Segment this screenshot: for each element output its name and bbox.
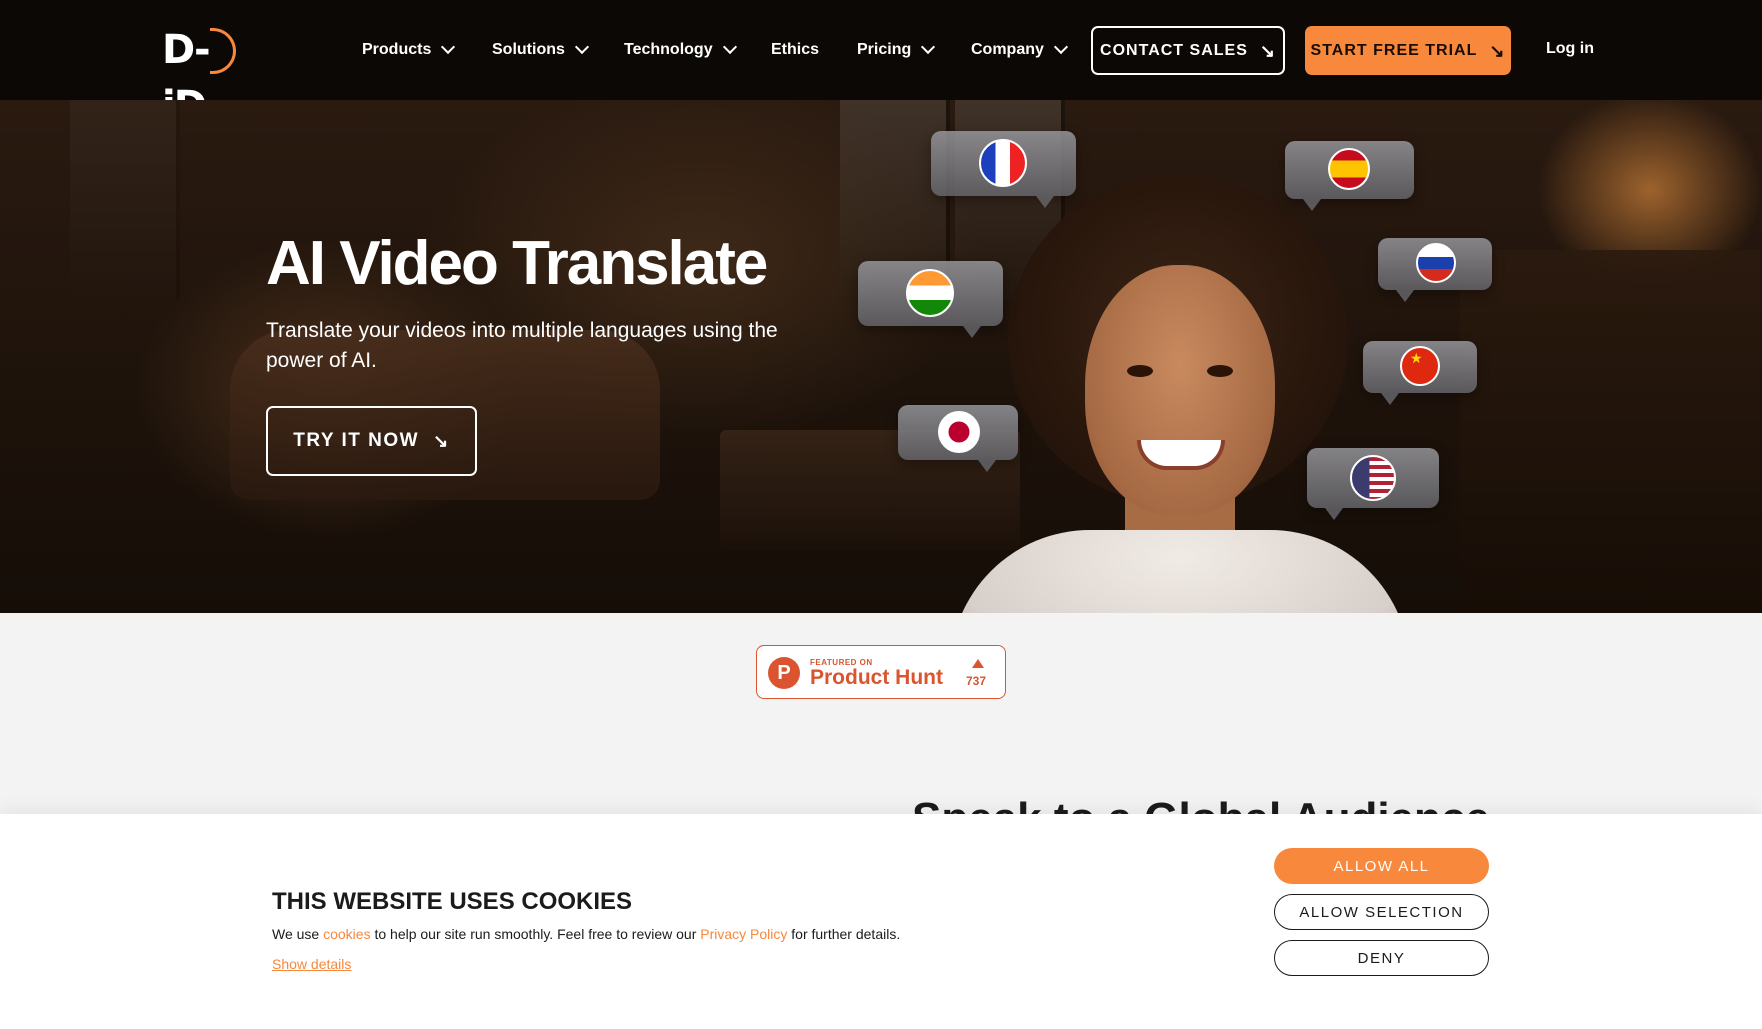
- chevron-down-icon: [722, 39, 737, 55]
- cookie-title: THIS WEBSITE USES COOKIES: [272, 888, 633, 915]
- presenter-eye: [1207, 365, 1233, 377]
- logo-arc-icon: [210, 28, 236, 74]
- chevron-down-icon: [441, 39, 456, 55]
- upvote-triangle-icon: [972, 659, 984, 668]
- nav-solutions[interactable]: Solutions: [492, 38, 589, 62]
- chevron-down-icon: [1053, 39, 1068, 55]
- cookie-text-2: to help our site run smoothly. Feel free…: [370, 926, 701, 942]
- india-flag-icon: [906, 269, 954, 317]
- contact-sales-label: CONTACT SALES: [1100, 41, 1248, 59]
- nav-ethics-label: Ethics: [771, 41, 820, 58]
- nav-pricing-label: Pricing: [857, 41, 912, 58]
- product-hunt-badge[interactable]: P FEATURED ON Product Hunt 737: [756, 645, 1006, 699]
- background-shelf: [1460, 250, 1760, 613]
- start-free-trial-label: START FREE TRIAL: [1310, 41, 1478, 59]
- did-logo[interactable]: D-iD: [162, 22, 236, 129]
- nav-company-label: Company: [971, 41, 1044, 58]
- presenter-smile: [1137, 440, 1225, 470]
- hero-title: AI Video Translate: [266, 229, 768, 298]
- nav-technology[interactable]: Technology: [624, 38, 737, 62]
- product-hunt-count: 737: [966, 674, 987, 688]
- france-flag-icon: [979, 139, 1027, 187]
- cookie-banner: THIS WEBSITE USES COOKIES We use cookies…: [0, 814, 1762, 1029]
- try-it-now-button[interactable]: TRY IT NOW ↘: [266, 406, 477, 476]
- allow-all-button[interactable]: ALLOW ALL: [1274, 848, 1489, 884]
- hero-section: ★ AI Video Translate Translate your vide…: [0, 100, 1762, 613]
- nav-company[interactable]: Company: [971, 38, 1068, 62]
- usa-flag-icon: [1350, 455, 1396, 501]
- cookie-text-1: We use: [272, 926, 324, 942]
- speech-bubble-chinese: ★: [1363, 341, 1477, 405]
- nav-products[interactable]: Products: [362, 38, 456, 62]
- speech-bubble-russian: [1378, 238, 1492, 302]
- try-it-now-label: TRY IT NOW: [293, 430, 420, 451]
- arrow-down-right-icon: ↘: [1489, 40, 1506, 61]
- product-hunt-icon: P: [768, 657, 800, 689]
- speech-bubble-spanish: [1285, 141, 1414, 211]
- show-details-link[interactable]: Show details: [272, 956, 351, 972]
- nav-technology-label: Technology: [624, 41, 713, 58]
- cookies-link[interactable]: cookies: [323, 926, 370, 942]
- speech-bubble-japanese: [898, 405, 1018, 472]
- nav-pricing[interactable]: Pricing: [857, 38, 936, 62]
- arrow-down-right-icon: ↘: [1259, 40, 1276, 61]
- cookie-text: We use cookies to help our site run smoo…: [272, 926, 900, 942]
- product-hunt-name: Product Hunt: [810, 666, 943, 689]
- login-link[interactable]: Log in: [1546, 40, 1594, 58]
- arrow-down-right-icon: ↘: [433, 431, 450, 451]
- top-navbar: D-iD Products Solutions Technology Ethic…: [0, 0, 1762, 129]
- russia-flag-icon: [1416, 243, 1456, 283]
- japan-flag-icon: [938, 411, 980, 453]
- chevron-down-icon: [574, 39, 589, 55]
- presenter-eye: [1127, 365, 1153, 377]
- china-flag-icon: ★: [1400, 346, 1440, 386]
- contact-sales-button[interactable]: CONTACT SALES ↘: [1091, 26, 1285, 75]
- presenter-face: [1085, 265, 1275, 515]
- speech-bubble-french: [931, 131, 1076, 208]
- background-window: [70, 100, 180, 300]
- allow-selection-button[interactable]: ALLOW SELECTION: [1274, 894, 1489, 930]
- speech-bubble-english: [1307, 448, 1439, 520]
- nav-products-label: Products: [362, 41, 432, 58]
- speech-bubble-hindi: [858, 261, 1003, 338]
- chevron-down-icon: [921, 39, 936, 55]
- cookie-text-3: for further details.: [787, 926, 901, 942]
- privacy-policy-link[interactable]: Privacy Policy: [700, 926, 787, 942]
- hero-subtitle: Translate your videos into multiple lang…: [266, 319, 778, 372]
- start-free-trial-button[interactable]: START FREE TRIAL ↘: [1305, 26, 1511, 75]
- deny-button[interactable]: DENY: [1274, 940, 1489, 976]
- nav-ethics[interactable]: Ethics: [771, 38, 819, 62]
- spain-flag-icon: [1328, 148, 1370, 190]
- nav-solutions-label: Solutions: [492, 41, 565, 58]
